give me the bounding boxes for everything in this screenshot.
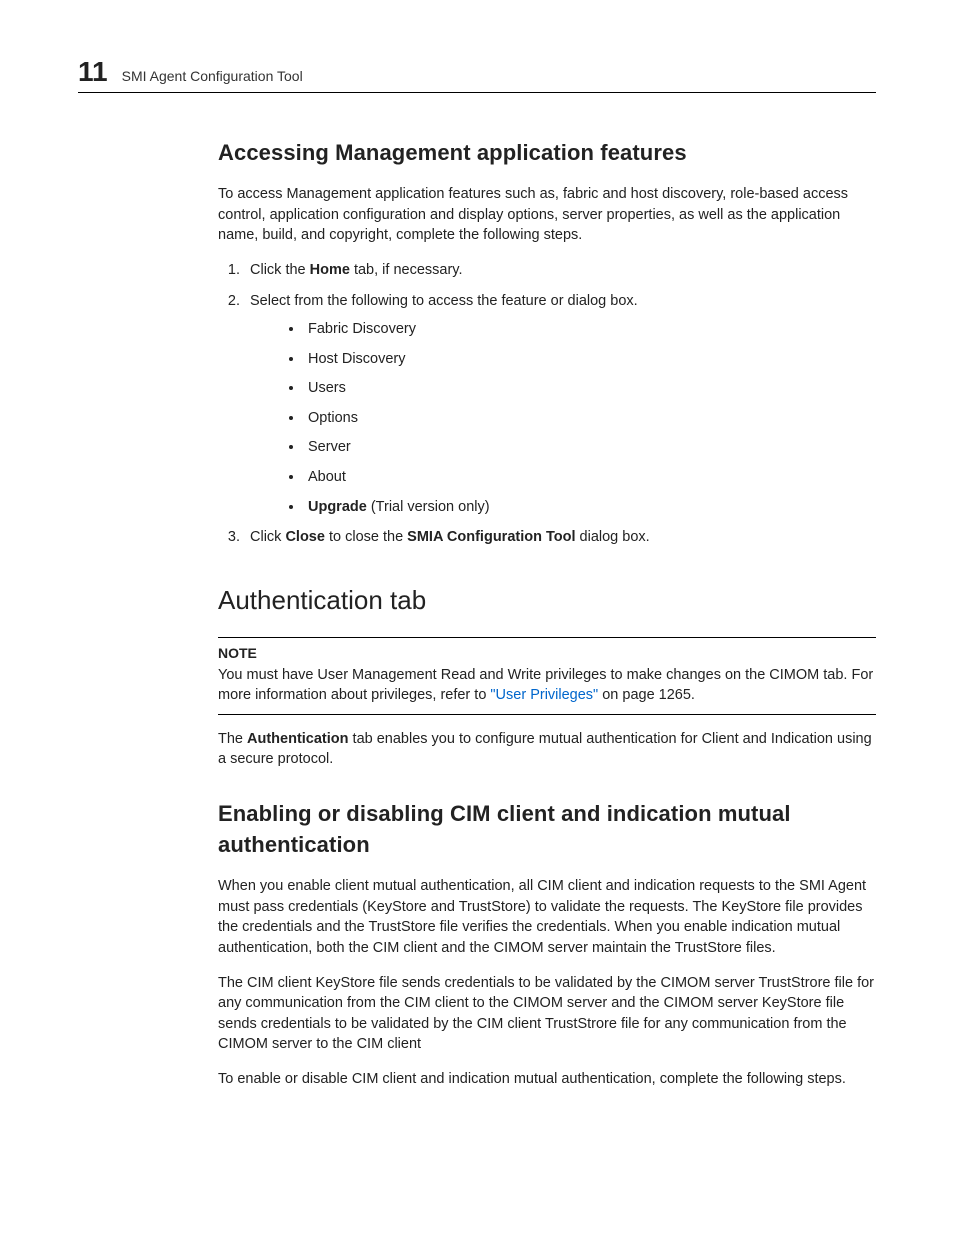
auth-bold: Authentication [247, 731, 349, 747]
step-2: Select from the following to access the … [244, 291, 876, 518]
step1-post: tab, if necessary. [350, 262, 463, 278]
heading-enable-disable-cim: Enabling or disabling CIM client and ind… [218, 798, 876, 860]
note-after: on page 1265. [598, 687, 695, 703]
intro-paragraph: To access Management application feature… [218, 184, 876, 246]
running-title: SMI Agent Configuration Tool [122, 68, 303, 84]
heading-accessing-features: Accessing Management application feature… [218, 137, 876, 168]
step2-text: Select from the following to access the … [250, 293, 638, 309]
cim-paragraph-3: To enable or disable CIM client and indi… [218, 1069, 876, 1090]
step-3: Click Close to close the SMIA Configurat… [244, 527, 876, 548]
step3-post: dialog box. [576, 529, 650, 545]
bullet-host: Host Discovery [304, 349, 876, 370]
auth-tab-paragraph: The Authentication tab enables you to co… [218, 729, 876, 770]
upgrade-rest: (Trial version only) [367, 499, 490, 515]
document-page: 11 SMI Agent Configuration Tool Accessin… [0, 0, 954, 1164]
step3-pre: Click [250, 529, 285, 545]
link-user-privileges[interactable]: "User Privileges" [490, 687, 598, 703]
note-box: NOTE You must have User Management Read … [218, 637, 876, 715]
chapter-number: 11 [78, 56, 108, 88]
auth-pre: The [218, 731, 247, 747]
note-label: NOTE [218, 644, 876, 664]
feature-bullets: Fabric Discovery Host Discovery Users Op… [250, 319, 876, 517]
cim-paragraph-1: When you enable client mutual authentica… [218, 876, 876, 958]
step3-mid: to close the [325, 529, 407, 545]
bullet-upgrade: Upgrade (Trial version only) [304, 497, 876, 518]
bullet-options: Options [304, 408, 876, 429]
cim-paragraph-2: The CIM client KeyStore file sends crede… [218, 973, 876, 1055]
running-header: 11 SMI Agent Configuration Tool [78, 56, 876, 88]
step3-tool: SMIA Configuration Tool [407, 529, 575, 545]
step-1: Click the Home tab, if necessary. [244, 260, 876, 281]
bullet-about: About [304, 467, 876, 488]
bullet-fabric: Fabric Discovery [304, 319, 876, 340]
header-rule [78, 92, 876, 93]
bullet-server: Server [304, 437, 876, 458]
steps-list: Click the Home tab, if necessary. Select… [218, 260, 876, 548]
bullet-users: Users [304, 378, 876, 399]
upgrade-bold: Upgrade [308, 499, 367, 515]
step1-pre: Click the [250, 262, 310, 278]
step1-bold: Home [310, 262, 350, 278]
step3-close: Close [285, 529, 325, 545]
page-content: Accessing Management application feature… [218, 137, 876, 1090]
heading-authentication-tab: Authentication tab [218, 582, 876, 619]
